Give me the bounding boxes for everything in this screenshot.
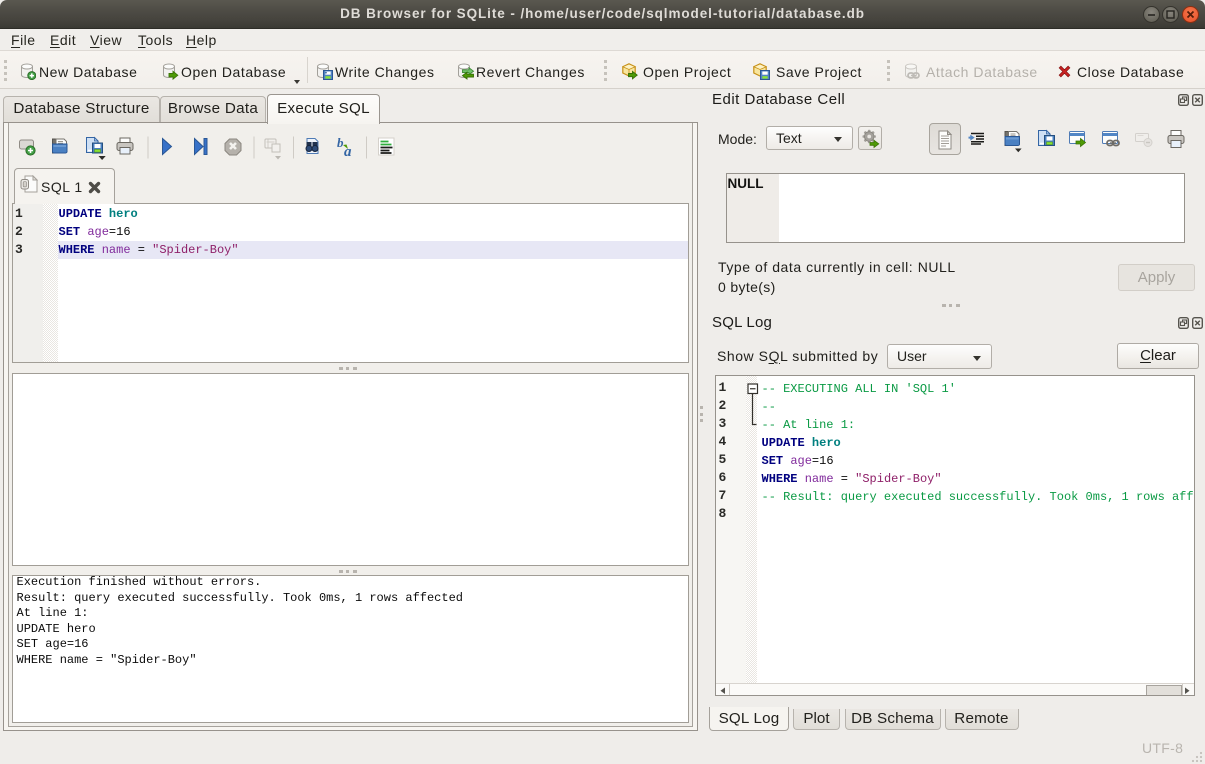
svg-text:a: a: [344, 144, 352, 160]
svg-text:b: b: [337, 135, 344, 150]
